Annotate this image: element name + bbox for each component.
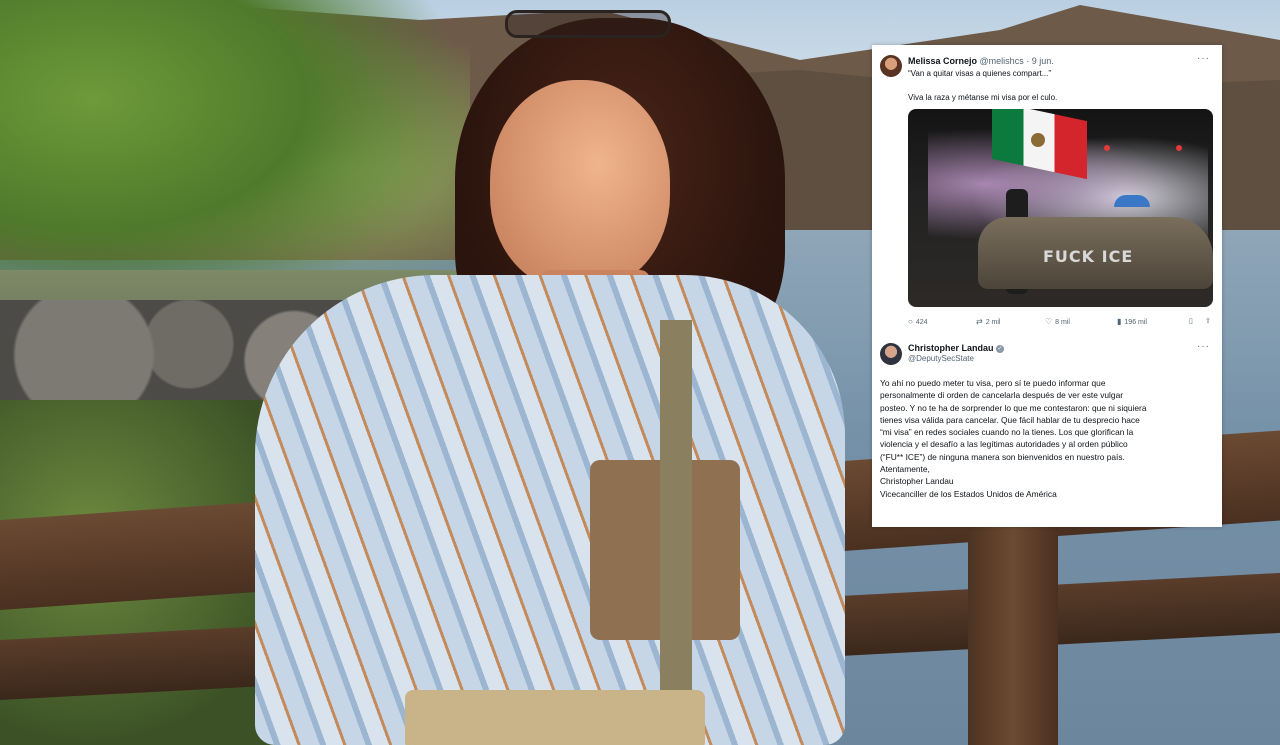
railing-post xyxy=(968,520,1058,745)
like-icon: ♡ xyxy=(1045,317,1053,326)
text-line: posteo. Y no te ha de sorprender lo que … xyxy=(880,402,1147,413)
author-handle: @melishcs xyxy=(979,56,1024,66)
bookmark-icon[interactable]: ▯ xyxy=(1189,317,1193,325)
graffiti-text: FUCK ICE xyxy=(1043,247,1134,266)
more-icon[interactable]: ··· xyxy=(1197,341,1210,352)
like-button[interactable]: ♡ 8 mil xyxy=(1045,317,1070,326)
traffic-light xyxy=(1104,145,1110,151)
text-line: “mi visa” en redes sociales cuando no la… xyxy=(880,427,1134,438)
bag-strap xyxy=(660,320,692,745)
text-line: Christopher Landau xyxy=(880,476,954,487)
views-icon: ▮ xyxy=(1117,317,1122,326)
burned-car: FUCK ICE xyxy=(978,217,1213,289)
flag-emblem xyxy=(1031,133,1045,147)
text-line: Atentamente, xyxy=(880,464,930,475)
reply-count: 424 xyxy=(915,319,928,326)
quoted-text: “Van a quitar visas a quienes compart...… xyxy=(908,69,1052,78)
avatar xyxy=(880,343,902,365)
like-count: 8 mil xyxy=(1055,319,1070,326)
repost-button[interactable]: ⇄ 2 mil xyxy=(976,317,1000,326)
author-line: Melissa Cornejo @melishcs · 9 jun. xyxy=(908,56,1054,66)
more-icon[interactable]: ··· xyxy=(1197,53,1210,64)
author-line: Christopher Landau ✓ xyxy=(908,343,1005,353)
text-line: Vicecanciller de los Estados Unidos de A… xyxy=(880,488,1057,499)
author-name: Christopher Landau xyxy=(908,343,994,353)
face xyxy=(490,80,670,290)
author-name: Melissa Cornejo xyxy=(908,56,978,66)
tweet-text: Viva la raza y métanse mi visa por el cu… xyxy=(908,93,1058,102)
striped-shirt xyxy=(255,275,845,745)
handbag xyxy=(405,690,705,745)
author-handle: @DeputySecState xyxy=(908,354,974,363)
tweet-date: · 9 jun. xyxy=(1026,56,1054,66)
tweet-media[interactable]: FUCK ICE xyxy=(908,109,1213,307)
avatar xyxy=(880,55,902,77)
text-line: Yo ahí no puedo meter tu visa, pero sí t… xyxy=(880,378,1106,388)
view-count: 196 mil xyxy=(1124,319,1147,326)
text-line: (“FU** ICE”) de ninguna manera son bienv… xyxy=(880,451,1125,462)
text-line: tienes visa válida para cancelar. Que fá… xyxy=(880,414,1140,425)
tweet-text: Yo ahí no puedo meter tu visa, pero sí t… xyxy=(880,377,1216,500)
sunglasses xyxy=(505,10,671,38)
text-line: personalmente di orden de cancelarla des… xyxy=(880,390,1124,401)
traffic-light xyxy=(1176,145,1182,151)
repost-count: 2 mil xyxy=(985,319,1001,326)
reply-icon: ○ xyxy=(908,317,913,326)
repost-icon: ⇄ xyxy=(976,317,983,326)
tweet-screenshot: Melissa Cornejo @melishcs · 9 jun. ··· “… xyxy=(872,45,1222,527)
reply-button[interactable]: ○ 424 xyxy=(908,317,928,326)
text-line: violencia y el desafío a las legítimas a… xyxy=(880,439,1128,450)
views-button[interactable]: ▮ 196 mil xyxy=(1117,317,1147,326)
umbrella xyxy=(1114,195,1150,207)
verified-icon: ✓ xyxy=(996,344,1005,353)
share-icon[interactable]: ⇧ xyxy=(1205,317,1211,325)
